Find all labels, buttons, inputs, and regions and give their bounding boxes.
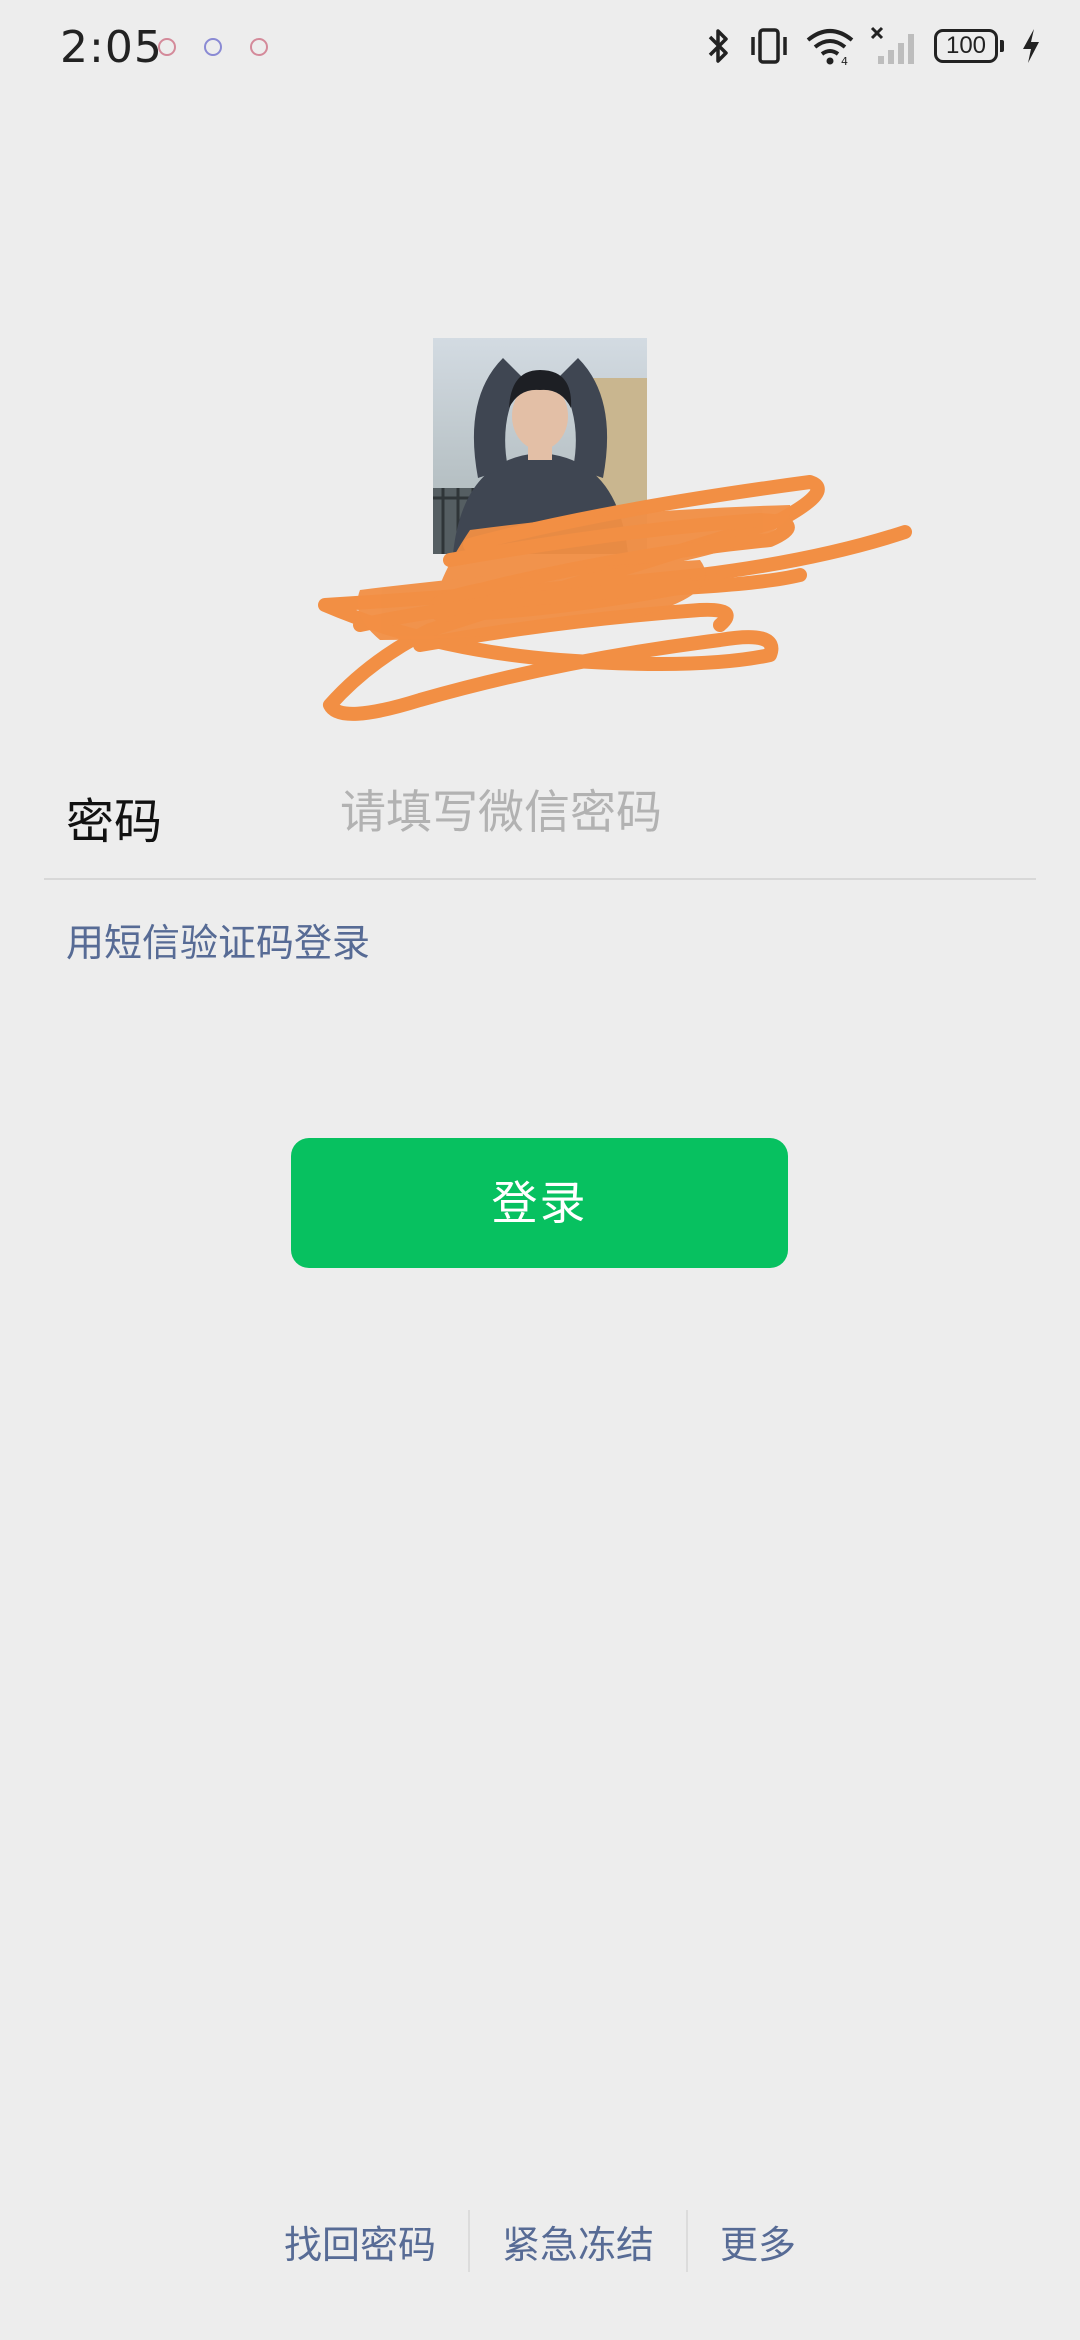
notification-icon <box>250 38 268 56</box>
password-input[interactable] <box>340 776 1020 848</box>
battery-icon: 100 <box>934 29 1004 63</box>
svg-text:4: 4 <box>841 55 848 66</box>
notification-icons <box>158 38 268 56</box>
password-label: 密码 <box>66 794 163 850</box>
vibrate-icon <box>751 28 787 64</box>
account-name <box>330 560 750 650</box>
wifi-icon: 4 <box>806 29 854 66</box>
login-button[interactable]: 登录 <box>291 1138 788 1268</box>
recover-password-link[interactable]: 找回密码 <box>252 2214 468 2269</box>
battery-level: 100 <box>934 29 998 63</box>
avatar <box>433 338 647 554</box>
charging-icon <box>1023 29 1039 63</box>
bluetooth-icon <box>708 29 728 63</box>
status-time: 2:05 <box>60 22 163 73</box>
more-link[interactable]: 更多 <box>688 2214 828 2269</box>
no-signal-icon <box>870 26 914 64</box>
password-row: 密码 <box>44 760 1036 880</box>
emergency-freeze-link[interactable]: 紧急冻结 <box>470 2214 686 2269</box>
notification-icon <box>204 38 222 56</box>
notification-icon <box>158 38 176 56</box>
status-icons: 4 100 <box>706 26 1042 66</box>
sms-login-link[interactable]: 用短信验证码登录 <box>66 912 370 967</box>
status-bar: 2:05 4 100 <box>0 0 1080 100</box>
footer-links: 找回密码 紧急冻结 更多 <box>0 2208 1080 2274</box>
